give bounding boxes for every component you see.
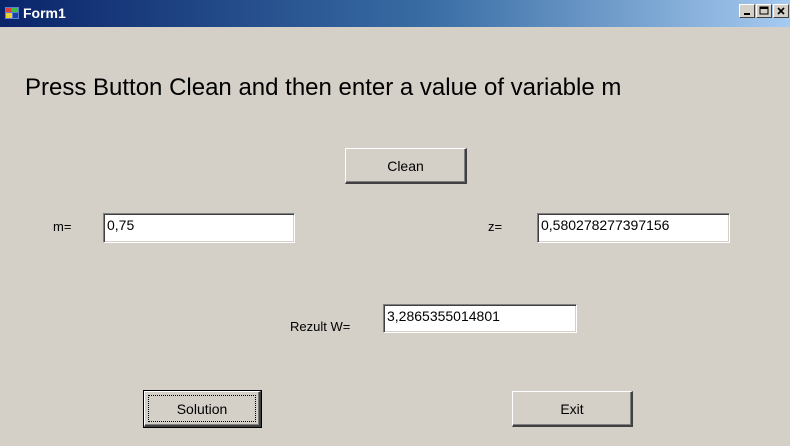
m-label: m=: [53, 219, 72, 234]
maximize-button[interactable]: [756, 4, 772, 18]
close-button[interactable]: [773, 4, 789, 18]
maximize-icon: [759, 6, 769, 15]
clean-button[interactable]: Clean: [345, 148, 467, 184]
result-output-field[interactable]: 3,2865355014801: [383, 304, 577, 333]
focus-rectangle: [148, 395, 256, 422]
exit-button[interactable]: Exit: [512, 391, 633, 427]
close-icon: [777, 7, 785, 15]
instruction-heading: Press Button Clean and then enter a valu…: [25, 74, 622, 101]
m-input[interactable]: 0,75: [103, 213, 295, 243]
z-output-field[interactable]: 0,580278277397156: [537, 213, 730, 243]
result-label: Rezult W=: [290, 319, 351, 334]
exit-button-label: Exit: [560, 400, 584, 417]
clean-button-label: Clean: [387, 157, 424, 174]
app-icon[interactable]: [4, 5, 20, 21]
minimize-button[interactable]: [739, 4, 755, 18]
minimize-icon: [744, 13, 750, 15]
z-label: z=: [488, 219, 503, 234]
window-title: Form1: [23, 5, 66, 21]
solution-button[interactable]: Solution: [143, 390, 262, 428]
title-bar[interactable]: Form1: [0, 0, 790, 27]
